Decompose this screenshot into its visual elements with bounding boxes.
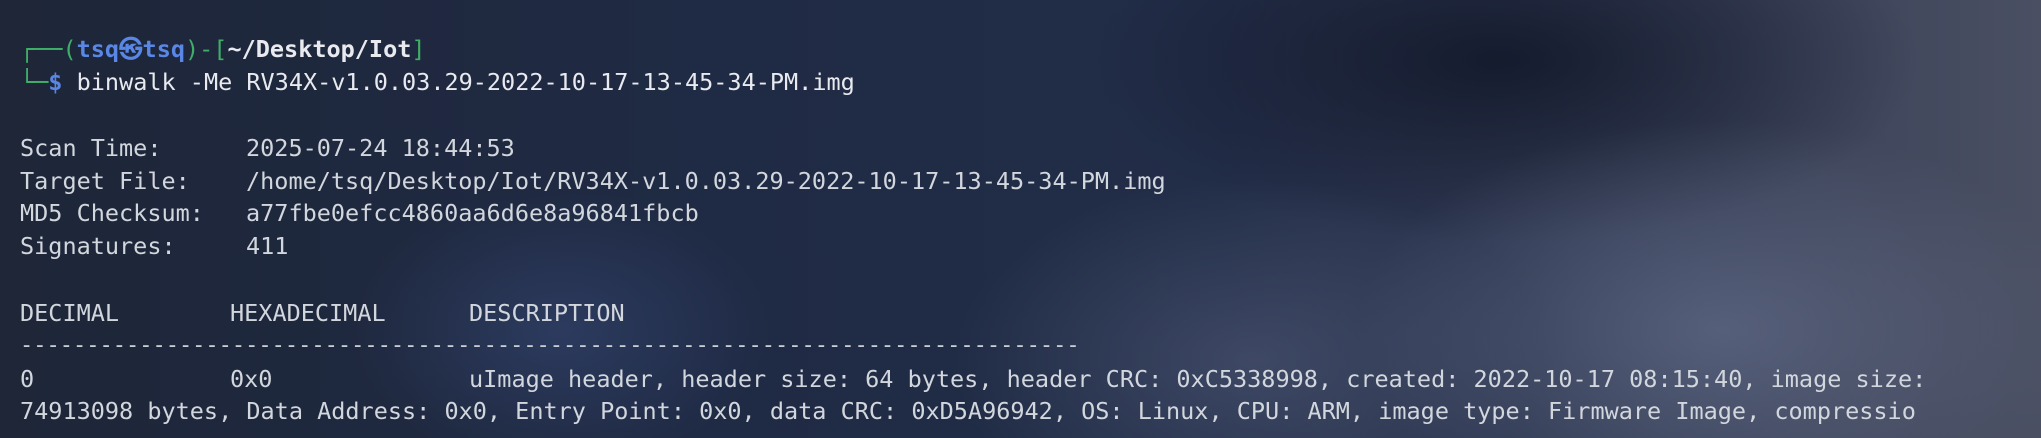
prompt-line: ┌──(tsq㉿tsq)-[~/Desktop/Iot] [20, 34, 426, 64]
prompt-corner-top: ┌──( [20, 35, 77, 63]
header-decimal: DECIMAL [20, 299, 120, 327]
target-file-row: Target File: /home/tsq/Desktop/Iot/RV34X-… [20, 166, 1166, 196]
prompt-close: ] [411, 35, 426, 63]
md5-value: a77fbe0efcc4860aa6d6e8a96841fbcb [246, 199, 699, 227]
row-decimal: 0 [20, 365, 35, 393]
prompt-user: tsq [76, 35, 120, 63]
table-row: 0 0x0 uImage header, header size: 64 bytes… [20, 364, 1926, 394]
command-text: binwalk -Me RV34X-v1.0.03.29-2022-10-17-… [76, 68, 855, 96]
row-description: uImage header, header size: 64 bytes, he… [469, 365, 1927, 393]
scan-time-row: Scan Time: 2025-07-24 18:44:53 [20, 133, 515, 163]
prompt-at-symbol: ㉿ [119, 35, 143, 63]
signatures-label: Signatures: [20, 232, 176, 260]
md5-row: MD5 Checksum: a77fbe0efcc4860aa6d6e8a9684… [20, 198, 699, 228]
row-hex: 0x0 [230, 365, 273, 393]
signatures-value: 411 [246, 232, 289, 260]
table-header-row: DECIMAL HEXADECIMAL DESCRIPTION [20, 298, 625, 328]
prompt-mid: )-[ [185, 35, 228, 63]
header-hexadecimal: HEXADECIMAL [230, 299, 386, 327]
prompt-corner-bottom: └─ [20, 68, 49, 96]
table-separator: ----------------------------------------… [20, 333, 1080, 358]
prompt-host: tsq [142, 35, 185, 63]
command-line: └─$ binwalk -Me RV34X-v1.0.03.29-2022-10… [20, 67, 855, 97]
scan-time-label: Scan Time: [20, 134, 162, 162]
md5-label: MD5 Checksum: [20, 199, 204, 227]
prompt-dollar: $ [48, 68, 63, 96]
header-description: DESCRIPTION [469, 299, 625, 327]
signatures-row: Signatures: 411 [20, 231, 288, 261]
prompt-path: ~/Desktop/Iot [227, 35, 412, 63]
terminal-output: ┌──(tsq㉿tsq)-[~/Desktop/Iot] └─$ binwalk… [0, 0, 2041, 438]
target-file-value: /home/tsq/Desktop/Iot/RV34X-v1.0.03.29-2… [246, 167, 1166, 195]
scan-time-value: 2025-07-24 18:44:53 [246, 134, 515, 162]
table-row-wrap: 74913098 bytes, Data Address: 0x0, Entry… [20, 397, 1916, 425]
target-file-label: Target File: [20, 167, 190, 195]
